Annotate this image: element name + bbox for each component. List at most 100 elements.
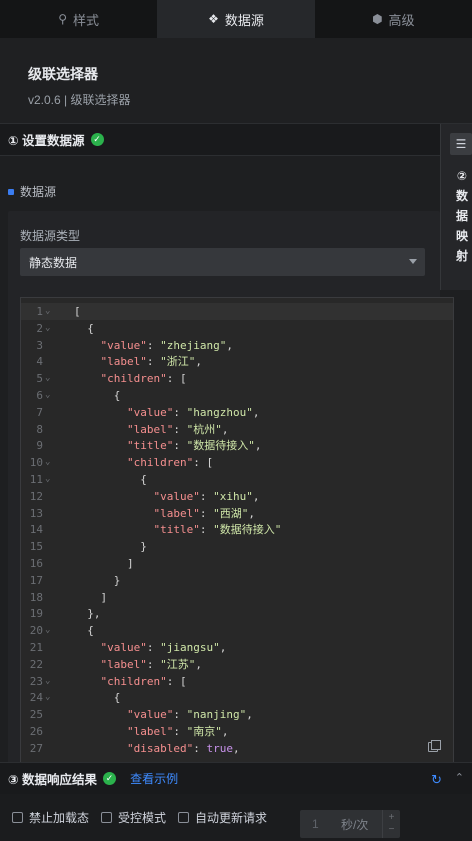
line-number: 5 [36, 372, 43, 386]
fold-chevron-icon[interactable]: ⌄ [45, 320, 50, 337]
side-panel-char: 射 [455, 249, 468, 263]
fold-chevron-icon[interactable]: ⌄ [45, 622, 50, 639]
code-line: 23 ⌄ "children": [ [21, 673, 453, 690]
code-line: 26 "label": "南京", [21, 723, 453, 740]
check-circle-icon: ✓ [90, 133, 104, 146]
line-number: 18 [29, 590, 43, 604]
code-text: "label": "西湖", [153, 506, 255, 520]
line-number: 21 [29, 641, 43, 654]
line-number: 2 [36, 321, 43, 335]
code-text: "children": [ [100, 674, 187, 688]
code-line: 14 "title": "数据待接入" [21, 521, 453, 538]
code-line: 17 } [21, 572, 453, 589]
checkbox-box [12, 812, 23, 823]
line-number: 14 [29, 523, 43, 537]
code-text: "title": "数据待接入" [153, 523, 282, 537]
json-code-editor[interactable]: 1 ⌄[2 ⌄ {3 "value": "zhejiang", 4 "label": … [20, 297, 454, 765]
code-text: "label": "南京", [126, 725, 229, 738]
datasource-type-select[interactable]: 静态数据 [20, 248, 425, 276]
disable-loading-checkbox[interactable]: 禁止加载态 [12, 809, 89, 826]
advanced-icon: ⬢ [372, 12, 383, 26]
line-number: 19 [29, 607, 43, 621]
code-line: 8 "label": "杭州", [21, 421, 453, 438]
line-number: 23 [29, 674, 43, 688]
line-number: 27 [29, 741, 43, 755]
tab-datasource[interactable]: ❖ 数据源 [157, 0, 315, 38]
code-text: "children": [ [126, 456, 214, 470]
line-number: 8 [36, 422, 43, 436]
code-line: 20 ⌄ { [21, 622, 453, 639]
code-text: } [74, 540, 147, 554]
component-title: 级联选择器 [28, 66, 98, 82]
section-set-datasource-title: ① 设置数据源 [8, 134, 85, 148]
code-text: { [74, 473, 147, 486]
code-text: [ [74, 305, 81, 318]
copy-icon[interactable] [428, 740, 441, 752]
fold-chevron-icon[interactable]: ⌄ [45, 303, 50, 320]
collapse-menu-icon[interactable]: ☰ [450, 133, 472, 155]
code-text: } [74, 573, 121, 587]
code-text: "label": "杭州", [126, 422, 229, 436]
interval-stepper[interactable]: + − [382, 810, 400, 838]
code-line: 12 "value": "xihu", [21, 488, 453, 505]
line-number: 7 [36, 405, 43, 419]
view-example-link[interactable]: 查看示例 [130, 770, 178, 787]
tab-advanced[interactable]: ⬢ 高级 [315, 0, 472, 38]
interval-unit: 秒/次 [341, 817, 369, 832]
section-data-response[interactable]: ③ 数据响应结果 ✓ 查看示例 ↻ ⌃ [0, 762, 472, 794]
line-number: 12 [29, 489, 43, 503]
code-text: "label": "江苏", [100, 657, 202, 671]
side-panel-data-mapping[interactable]: ☰ ② 数据映射 [440, 124, 472, 290]
side-panel-char: 据 [455, 209, 468, 223]
auto-update-label: 自动更新请求 [195, 811, 268, 825]
line-number: 9 [36, 439, 43, 453]
fold-chevron-icon[interactable]: ⌄ [45, 387, 50, 404]
code-text: "label": "浙江", [100, 355, 202, 369]
checkbox-box [178, 812, 190, 823]
controlled-mode-label: 受控模式 [118, 811, 167, 825]
code-text: "title": "数据待接入", [126, 439, 262, 453]
datasource-type-label: 数据源类型 [20, 229, 81, 243]
component-header: 级联选择器 v2.0.6 | 级联选择器 [0, 38, 472, 124]
line-number: 22 [29, 657, 43, 671]
code-line: 27 "disabled": true, [21, 740, 453, 757]
code-line: 18 ] [21, 589, 453, 606]
side-panel-title: ② 数据映射 [455, 166, 469, 266]
fold-chevron-icon[interactable]: ⌄ [45, 689, 50, 706]
datasource-label-text: 数据源 [20, 185, 57, 199]
caret-down-icon [409, 259, 417, 264]
fold-chevron-icon[interactable]: ⌄ [45, 370, 50, 387]
code-text: "value": "jiangsu", [100, 641, 227, 654]
fold-chevron-icon[interactable]: ⌄ [45, 673, 50, 690]
code-line: 3 "value": "zhejiang", [21, 337, 453, 354]
auto-update-checkbox[interactable]: 自动更新请求 [178, 809, 267, 826]
code-line: 16 ] [21, 555, 453, 572]
code-line: 6 ⌄ { [21, 387, 453, 404]
line-number: 20 [29, 624, 43, 638]
collapse-up-icon[interactable]: ⌃ [455, 771, 464, 784]
controlled-mode-checkbox[interactable]: 受控模式 [101, 809, 166, 826]
refresh-icon[interactable]: ↻ [431, 772, 442, 788]
bullet-icon [8, 188, 14, 195]
component-version: v2.0.6 | 级联选择器 [28, 93, 131, 107]
fold-chevron-icon[interactable]: ⌄ [45, 471, 50, 488]
line-number: 25 [29, 708, 43, 722]
disable-loading-label: 禁止加载态 [29, 811, 90, 825]
request-options-bar: 禁止加载态 受控模式 自动更新请求 1 秒/次 + − [0, 794, 472, 841]
tab-datasource-label: 数据源 [224, 12, 264, 28]
code-text: "value": "xihu", [153, 489, 260, 503]
tab-style[interactable]: ⚲ 样式 [0, 0, 157, 38]
line-number: 10 [29, 456, 43, 470]
line-number: 15 [29, 540, 43, 554]
datasource-icon: ❖ [208, 12, 219, 26]
interval-input[interactable]: 1 秒/次 + − [300, 810, 400, 838]
line-number: 26 [29, 725, 43, 738]
side-panel-char: ② [456, 169, 468, 183]
section-set-datasource[interactable]: ① 设置数据源 ✓ [0, 124, 472, 156]
code-text: "value": "hangzhou", [126, 405, 260, 419]
code-text: ] [74, 557, 134, 570]
fold-chevron-icon[interactable]: ⌄ [45, 454, 50, 471]
code-line: 5 ⌄ "children": [ [21, 370, 453, 387]
code-line: 11 ⌄ { [21, 471, 453, 488]
line-number: 13 [29, 506, 43, 520]
